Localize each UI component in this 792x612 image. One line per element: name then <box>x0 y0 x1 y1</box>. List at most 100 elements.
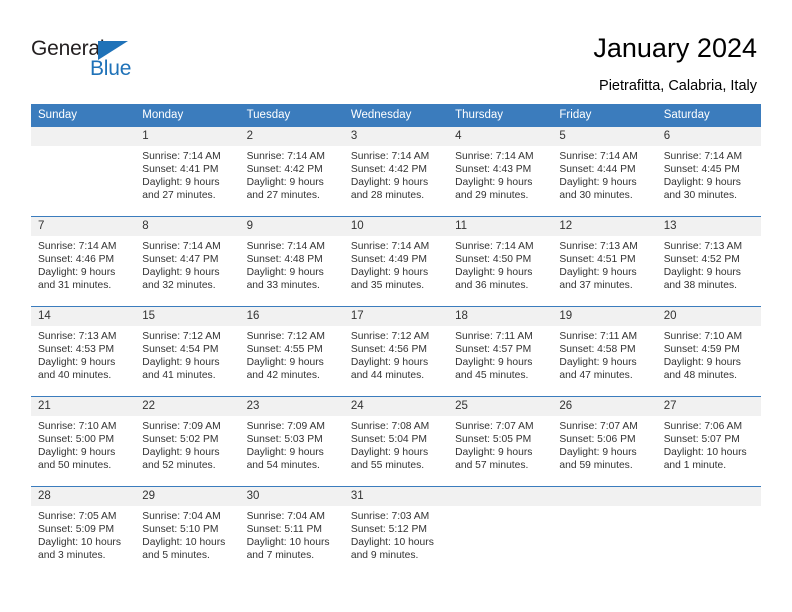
calendar-day-cell[interactable]: 10 Sunrise: 7:14 AM Sunset: 4:49 PM Dayligh… <box>343 217 449 306</box>
day-sun-info: Sunrise: 7:14 AM Sunset: 4:49 PM Daylight:… <box>344 236 448 292</box>
sunrise-line: Sunrise: 7:06 AM <box>663 421 743 432</box>
calendar-day-cell[interactable]: 19 Sunrise: 7:11 AM Sunset: 4:58 PM Dayligh… <box>552 307 657 396</box>
sunrise-line: Sunrise: 7:04 AM <box>142 511 221 522</box>
day-number: 20 <box>656 307 761 326</box>
weekday-header-saturday: Saturday <box>663 109 710 121</box>
sunset-line: Sunset: 4:46 PM <box>38 254 115 266</box>
weekday-header-friday: Friday <box>559 109 592 121</box>
sunset-line: Sunset: 4:59 PM <box>663 344 740 356</box>
day-sun-info: Sunrise: 7:08 AM Sunset: 5:04 PM Daylight:… <box>344 416 448 472</box>
calendar-week-row: 14 Sunrise: 7:13 AM Sunset: 4:53 PM Dayligh… <box>31 306 761 396</box>
sunrise-line: Sunrise: 7:14 AM <box>350 151 430 162</box>
day-number: 15 <box>135 307 240 326</box>
day-number: 28 <box>31 487 136 506</box>
sunset-line: Sunset: 4:54 PM <box>142 344 219 356</box>
sunrise-line: Sunrise: 7:07 AM <box>559 421 638 432</box>
daylight-line-cont: and 1 minute. <box>663 460 727 472</box>
weekday-header-monday: Monday <box>142 109 184 121</box>
day-number <box>448 487 553 506</box>
sunrise-line: Sunrise: 7:05 AM <box>38 511 117 522</box>
calendar-day-cell[interactable]: 28 Sunrise: 7:05 AM Sunset: 5:09 PM Dayligh… <box>31 487 136 575</box>
daylight-line-cont: and 40 minutes. <box>38 370 112 382</box>
calendar-day-cell[interactable]: 11 Sunrise: 7:14 AM Sunset: 4:50 PM Dayligh… <box>448 217 553 306</box>
calendar-day-cell[interactable]: 15 Sunrise: 7:12 AM Sunset: 4:54 PM Dayligh… <box>135 307 240 396</box>
daylight-line: Daylight: 10 hours <box>246 537 330 549</box>
calendar-day-cell[interactable]: 29 Sunrise: 7:04 AM Sunset: 5:10 PM Dayligh… <box>135 487 240 575</box>
day-number: 19 <box>552 307 657 326</box>
calendar-day-cell[interactable]: 26 Sunrise: 7:07 AM Sunset: 5:06 PM Dayligh… <box>552 397 657 486</box>
calendar-day-cell[interactable]: 8 Sunrise: 7:14 AM Sunset: 4:47 PM Daylight… <box>135 217 240 306</box>
daylight-line-cont: and 3 minutes. <box>38 550 106 562</box>
day-number: 8 <box>135 217 240 236</box>
sunset-line: Sunset: 4:53 PM <box>38 344 115 356</box>
day-sun-info: Sunrise: 7:11 AM Sunset: 4:58 PM Daylight:… <box>552 326 656 382</box>
day-sun-info: Sunrise: 7:14 AM Sunset: 4:42 PM Daylight:… <box>344 146 448 202</box>
calendar-day-cell[interactable]: 13 Sunrise: 7:13 AM Sunset: 4:52 PM Dayligh… <box>656 217 761 306</box>
day-sun-info: Sunrise: 7:13 AM Sunset: 4:53 PM Daylight:… <box>31 326 135 382</box>
sunset-line: Sunset: 5:07 PM <box>663 434 740 446</box>
calendar-day-cell[interactable]: 25 Sunrise: 7:07 AM Sunset: 5:05 PM Dayligh… <box>448 397 553 486</box>
sunset-line: Sunset: 5:12 PM <box>350 524 427 536</box>
sunrise-line: Sunrise: 7:09 AM <box>246 421 325 432</box>
calendar-day-cell[interactable]: 20 Sunrise: 7:10 AM Sunset: 4:59 PM Dayligh… <box>656 307 761 396</box>
sunrise-line: Sunrise: 7:14 AM <box>246 241 325 252</box>
general-blue-logo[interactable]: General Blue <box>31 38 151 82</box>
daylight-line-cont: and 44 minutes. <box>350 370 425 382</box>
calendar-day-cell[interactable]: 24 Sunrise: 7:08 AM Sunset: 5:04 PM Dayligh… <box>343 397 449 486</box>
day-number: 26 <box>552 397 657 416</box>
daylight-line: Daylight: 9 hours <box>559 267 637 279</box>
calendar-day-cell[interactable]: 16 Sunrise: 7:12 AM Sunset: 4:55 PM Dayligh… <box>239 307 344 396</box>
calendar-day-cell[interactable]: 5 Sunrise: 7:14 AM Sunset: 4:44 PM Daylight… <box>552 127 657 216</box>
calendar-day-cell[interactable]: 12 Sunrise: 7:13 AM Sunset: 4:51 PM Dayligh… <box>552 217 657 306</box>
calendar-day-cell[interactable]: 27 Sunrise: 7:06 AM Sunset: 5:07 PM Dayligh… <box>656 397 761 486</box>
calendar-day-cell[interactable]: 14 Sunrise: 7:13 AM Sunset: 4:53 PM Dayligh… <box>31 307 136 396</box>
day-sun-info: Sunrise: 7:14 AM Sunset: 4:43 PM Daylight:… <box>448 146 552 202</box>
sunrise-line: Sunrise: 7:14 AM <box>350 241 430 252</box>
sunset-line: Sunset: 5:00 PM <box>38 434 115 446</box>
calendar-week-row: 7 Sunrise: 7:14 AM Sunset: 4:46 PM Daylight… <box>31 216 761 306</box>
daylight-line-cont: and 47 minutes. <box>559 370 633 382</box>
calendar-day-cell[interactable]: 18 Sunrise: 7:11 AM Sunset: 4:57 PM Dayligh… <box>448 307 553 396</box>
calendar-day-cell[interactable]: 22 Sunrise: 7:09 AM Sunset: 5:02 PM Dayligh… <box>135 397 240 486</box>
day-sun-info: Sunrise: 7:03 AM Sunset: 5:12 PM Daylight:… <box>344 506 448 562</box>
calendar-day-cell[interactable]: 23 Sunrise: 7:09 AM Sunset: 5:03 PM Dayligh… <box>239 397 344 486</box>
sunrise-line: Sunrise: 7:13 AM <box>663 241 743 252</box>
sunrise-line: Sunrise: 7:14 AM <box>38 241 117 252</box>
calendar-week-row: 21 Sunrise: 7:10 AM Sunset: 5:00 PM Dayligh… <box>31 396 761 486</box>
day-number: 17 <box>343 307 449 326</box>
sunrise-line: Sunrise: 7:14 AM <box>142 151 221 162</box>
calendar-day-cell[interactable]: 7 Sunrise: 7:14 AM Sunset: 4:46 PM Daylight… <box>31 217 136 306</box>
sunrise-line: Sunrise: 7:14 AM <box>455 151 534 162</box>
sunset-line: Sunset: 4:55 PM <box>246 344 323 356</box>
sunset-line: Sunset: 4:42 PM <box>350 164 427 176</box>
calendar-day-cell[interactable]: 9 Sunrise: 7:14 AM Sunset: 4:48 PM Daylight… <box>239 217 344 306</box>
daylight-line-cont: and 27 minutes. <box>142 190 216 202</box>
calendar-day-cell[interactable]: 4 Sunrise: 7:14 AM Sunset: 4:43 PM Daylight… <box>448 127 553 216</box>
day-number: 3 <box>343 127 449 146</box>
calendar-day-cell-empty <box>31 127 136 216</box>
daylight-line: Daylight: 9 hours <box>559 447 637 459</box>
sunset-line: Sunset: 4:47 PM <box>142 254 219 266</box>
sunset-line: Sunset: 5:09 PM <box>38 524 115 536</box>
sunrise-line: Sunrise: 7:14 AM <box>246 151 325 162</box>
calendar-day-cell[interactable]: 3 Sunrise: 7:14 AM Sunset: 4:42 PM Daylight… <box>343 127 449 216</box>
sunrise-line: Sunrise: 7:12 AM <box>246 331 325 342</box>
weekday-header-wednesday: Wednesday <box>350 109 412 121</box>
day-number: 22 <box>135 397 240 416</box>
sunrise-line: Sunrise: 7:04 AM <box>246 511 325 522</box>
calendar-day-cell[interactable]: 6 Sunrise: 7:14 AM Sunset: 4:45 PM Daylight… <box>656 127 761 216</box>
day-number: 24 <box>343 397 449 416</box>
calendar-day-cell[interactable]: 31 Sunrise: 7:03 AM Sunset: 5:12 PM Dayligh… <box>343 487 449 575</box>
day-sun-info: Sunrise: 7:09 AM Sunset: 5:03 PM Daylight:… <box>240 416 344 472</box>
daylight-line: Daylight: 9 hours <box>350 447 429 459</box>
calendar-day-cell[interactable]: 21 Sunrise: 7:10 AM Sunset: 5:00 PM Dayligh… <box>31 397 136 486</box>
calendar-day-cell[interactable]: 17 Sunrise: 7:12 AM Sunset: 4:56 PM Dayligh… <box>343 307 449 396</box>
daylight-line-cont: and 41 minutes. <box>142 370 216 382</box>
day-sun-info: Sunrise: 7:13 AM Sunset: 4:51 PM Daylight:… <box>552 236 656 292</box>
calendar-day-cell[interactable]: 30 Sunrise: 7:04 AM Sunset: 5:11 PM Dayligh… <box>239 487 344 575</box>
calendar-day-cell[interactable]: 2 Sunrise: 7:14 AM Sunset: 4:42 PM Daylight… <box>239 127 344 216</box>
day-sun-info: Sunrise: 7:10 AM Sunset: 5:00 PM Daylight:… <box>31 416 135 472</box>
page-subtitle-location: Pietrafitta, Calabria, Italy <box>599 78 757 94</box>
calendar-day-cell[interactable]: 1 Sunrise: 7:14 AM Sunset: 4:41 PM Daylight… <box>135 127 240 216</box>
day-number: 30 <box>239 487 344 506</box>
